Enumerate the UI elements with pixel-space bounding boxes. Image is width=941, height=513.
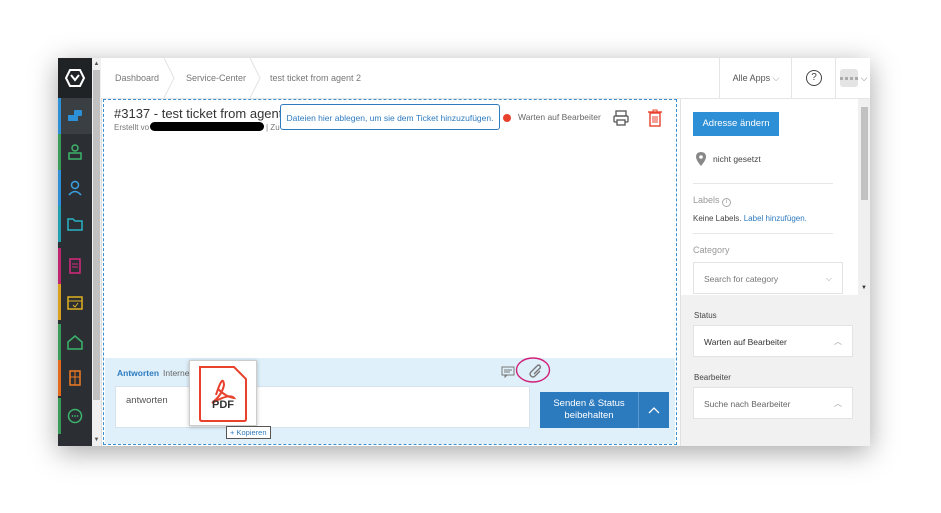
agent-select[interactable]: Suche nach Bearbeiter ︿ <box>693 387 853 419</box>
nav-home-icon[interactable] <box>58 324 92 360</box>
labels-heading: Labels i <box>693 195 732 207</box>
comment-icon[interactable] <box>501 366 515 378</box>
copy-tooltip: + Kopieren <box>226 426 271 439</box>
status-dot-icon <box>503 114 511 122</box>
nav-building-icon[interactable] <box>58 360 92 396</box>
nav-folder-icon[interactable] <box>58 206 92 242</box>
status-heading: Status <box>694 311 717 320</box>
left-scrollbar[interactable]: ▲ ▼ <box>92 58 102 446</box>
ticket-title: #3137 - test ticket from agent 2 <box>114 106 294 121</box>
chevron-up-icon: ︿ <box>834 337 842 346</box>
nav-calendar-icon[interactable] <box>58 284 92 320</box>
nav-chat-icon[interactable] <box>58 398 92 434</box>
logo-icon[interactable] <box>58 58 92 98</box>
redaction-mark <box>150 122 264 131</box>
scrollbar-thumb[interactable] <box>93 70 100 400</box>
attachment-paperclip-icon[interactable] <box>525 362 543 380</box>
ticket-status: Warten auf Bearbeiter <box>518 112 601 122</box>
status-select[interactable]: Warten auf Bearbeiter ︿ <box>693 325 853 357</box>
category-heading: Category <box>693 245 730 255</box>
agent-placeholder: Suche nach Bearbeiter <box>704 399 791 409</box>
divider <box>693 233 833 234</box>
left-nav-rail <box>58 58 92 446</box>
help-icon: ? <box>806 70 822 86</box>
breadcrumb-dashboard[interactable]: Dashboard <box>115 58 159 98</box>
location-pin-icon <box>696 152 706 166</box>
pdf-file-icon <box>199 366 247 422</box>
ticket-sidebar: Adresse ändern nicht gesetzt Labels i Ke… <box>680 99 870 446</box>
chevron-up-icon <box>648 407 660 414</box>
sidebar-scroll-area: Adresse ändern nicht gesetzt Labels i Ke… <box>681 99 858 295</box>
top-bar: Dashboard Service-Center test ticket fro… <box>101 58 870 99</box>
change-address-button[interactable]: Adresse ändern <box>693 112 779 136</box>
nav-user-icon[interactable] <box>58 170 92 206</box>
nav-ticket-icon[interactable] <box>58 98 92 134</box>
chevron-down-icon: ⌵ <box>772 73 780 83</box>
app-window: ▲ ▼ Dashboard Service-Center test ticket… <box>58 58 870 446</box>
category-placeholder: Search for category <box>704 274 779 284</box>
user-avatar-menu[interactable]: ⌵ <box>835 58 870 98</box>
delete-trash-icon[interactable] <box>647 109 663 127</box>
category-search-select[interactable]: Search for category ⌵ <box>693 262 843 294</box>
breadcrumb-separator-icon <box>163 58 175 98</box>
chevron-down-icon: ⌵ <box>825 274 832 283</box>
status-select-value: Warten auf Bearbeiter <box>704 337 787 347</box>
scroll-down-arrow-icon[interactable]: ▼ <box>861 285 867 291</box>
nav-document-icon[interactable] <box>58 248 92 284</box>
labels-empty: Keine Labels. Label hinzufügen. <box>693 214 807 223</box>
add-label-link[interactable]: Label hinzufügen. <box>744 214 807 223</box>
breadcrumb-current: test ticket from agent 2 <box>270 73 362 83</box>
chevron-down-icon: ⌵ <box>860 72 868 83</box>
sidebar-scrollbar[interactable]: ▼ <box>858 99 870 295</box>
nav-contacts-icon[interactable] <box>58 134 92 170</box>
reply-textarea[interactable]: antworten <box>115 386 530 428</box>
breadcrumb-separator-icon <box>249 58 261 98</box>
info-icon: i <box>722 198 732 207</box>
tab-reply[interactable]: Antworten <box>117 368 159 378</box>
dragged-pdf-file[interactable]: PDF <box>189 360 257 426</box>
chevron-up-icon: ︿ <box>834 399 842 408</box>
location-value: nicht gesetzt <box>713 154 761 164</box>
agent-heading: Bearbeiter <box>694 373 731 382</box>
drop-files-hint: Dateien hier ablegen, um sie dem Ticket … <box>280 104 500 130</box>
help-button[interactable]: ? <box>791 58 836 98</box>
ticket-created-by: Erstellt vo <box>114 123 150 132</box>
send-button-label: Senden & Status beibehalten <box>553 398 625 421</box>
scrollbar-thumb[interactable] <box>861 107 868 200</box>
avatar <box>839 69 858 87</box>
ticket-meta-suffix: | Zu <box>266 123 280 132</box>
scroll-down-arrow-icon[interactable]: ▼ <box>93 436 100 444</box>
ticket-dropzone[interactable]: #3137 - test ticket from agent 2 Erstell… <box>103 99 677 445</box>
pdf-label: PDF <box>212 399 234 411</box>
divider <box>693 183 833 184</box>
breadcrumb-service-center[interactable]: Service-Center <box>186 58 246 98</box>
print-icon[interactable] <box>612 109 630 127</box>
all-apps-dropdown[interactable]: Alle Apps ⌵ <box>719 58 792 98</box>
reply-panel: Antworten Interner K antworten PDF + Kop… <box>105 357 675 444</box>
all-apps-label: Alle Apps <box>732 73 771 83</box>
scroll-up-arrow-icon[interactable]: ▲ <box>93 60 100 68</box>
send-keep-status-button[interactable]: Senden & Status beibehalten <box>540 392 638 428</box>
send-options-button[interactable] <box>638 392 669 428</box>
